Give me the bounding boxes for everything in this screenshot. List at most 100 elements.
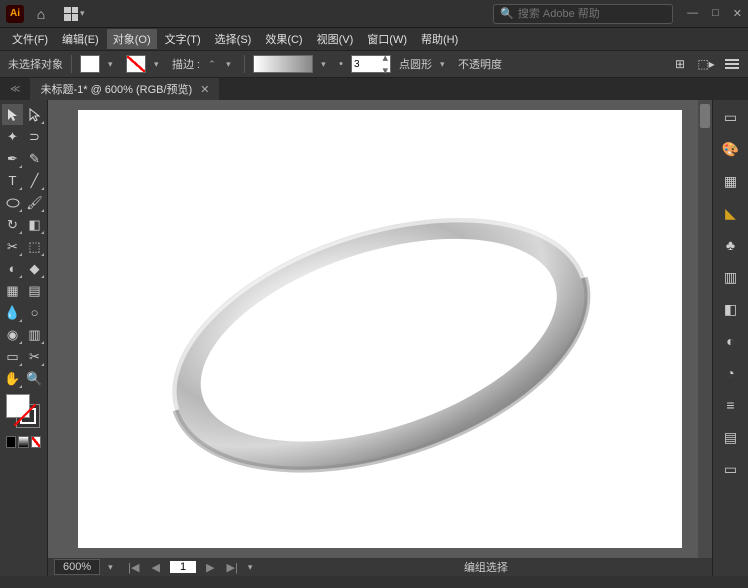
chevron-down-icon: ▾ xyxy=(80,8,90,19)
right-panel-dock: ▭ 🎨 ▦ ◣ ♣ ▥ ◧ ◐ ◔ ≡ ▤ ▭ xyxy=(712,100,748,576)
menu-edit[interactable]: 编辑(E) xyxy=(56,29,105,49)
properties-panel-icon[interactable]: ▭ xyxy=(720,106,742,128)
perspective-grid-tool[interactable]: ◆ xyxy=(24,258,45,279)
artboard-number[interactable]: 1 xyxy=(170,561,196,573)
align-icon[interactable]: ⊞ xyxy=(672,56,688,72)
arrange-documents-button[interactable]: ▾ xyxy=(58,5,96,23)
stroke-width-input[interactable]: 3 ▴▾ xyxy=(351,55,391,73)
last-artboard-button[interactable]: ▶| xyxy=(225,561,240,574)
chevron-down-icon[interactable]: ▾ xyxy=(154,59,164,70)
document-tab-title: 未标题-1* @ 600% (RGB/预览) xyxy=(40,81,192,97)
chevron-down-icon[interactable]: ▾ xyxy=(248,562,258,573)
chevron-down-icon[interactable]: ▾ xyxy=(440,59,450,70)
libraries-panel-icon[interactable]: ▭ xyxy=(720,458,742,480)
minimize-button[interactable]: — xyxy=(687,7,698,20)
scissors-tool[interactable]: ✂ xyxy=(2,236,23,257)
line-tool[interactable]: ╱ xyxy=(24,170,45,191)
prev-artboard-button[interactable]: ◀ xyxy=(149,561,161,574)
symbols-panel-icon[interactable]: ♣ xyxy=(720,234,742,256)
appearance-panel-icon[interactable]: ◔ xyxy=(720,362,742,384)
slice-tool[interactable]: ✂ xyxy=(24,346,45,367)
document-tab[interactable]: 未标题-1* @ 600% (RGB/预览) ✕ xyxy=(30,78,219,100)
symbol-sprayer-tool[interactable]: ◉ xyxy=(2,324,23,345)
menu-object[interactable]: 对象(O) xyxy=(107,29,157,49)
color-mode-btn[interactable] xyxy=(6,436,16,448)
menu-type[interactable]: 文字(T) xyxy=(159,29,207,49)
grid-icon xyxy=(64,7,78,21)
profile-label: 点圆形 xyxy=(399,56,432,72)
canvas-viewport[interactable] xyxy=(48,100,712,558)
maximize-button[interactable]: □ xyxy=(712,7,719,20)
status-bar: 600% ▾ |◀ ◀ 1 ▶ ▶| ▾ 编组选择 xyxy=(48,558,712,576)
ring-artwork[interactable] xyxy=(140,159,620,499)
canvas-area: 600% ▾ |◀ ◀ 1 ▶ ▶| ▾ 编组选择 xyxy=(48,100,712,576)
type-tool[interactable]: T xyxy=(2,170,23,191)
free-transform-tool[interactable]: ⬚ xyxy=(24,236,45,257)
brushes-panel-icon[interactable]: ◣ xyxy=(720,202,742,224)
rotate-tool[interactable]: ↻ xyxy=(2,214,23,235)
menu-effect[interactable]: 效果(C) xyxy=(259,29,308,49)
menu-view[interactable]: 视图(V) xyxy=(311,29,360,49)
color-panel-icon[interactable]: 🎨 xyxy=(720,138,742,160)
transform-icon[interactable]: ⬚▸ xyxy=(698,56,714,72)
none-mode-btn[interactable] xyxy=(31,436,41,448)
scrollbar-thumb[interactable] xyxy=(700,104,710,128)
eraser-tool[interactable]: ◧ xyxy=(24,214,45,235)
close-button[interactable]: ✕ xyxy=(733,7,742,20)
selection-tool[interactable] xyxy=(2,104,23,125)
menu-window[interactable]: 窗口(W) xyxy=(361,29,413,49)
eyedropper-tool[interactable]: 💧 xyxy=(2,302,23,323)
opacity-label[interactable]: 不透明度 xyxy=(458,56,502,72)
toolbox: ✦ ⊃ ✒ ✎ T ╱ 🖌 ↻ ◧ ✂ ⬚ ◐ ◆ ▦ ▤ xyxy=(0,100,48,576)
graphic-styles-panel-icon[interactable]: ≡ xyxy=(720,394,742,416)
column-graph-tool[interactable]: ▥ xyxy=(24,324,45,345)
menu-select[interactable]: 选择(S) xyxy=(209,29,258,49)
ellipse-tool[interactable] xyxy=(2,192,23,213)
zoom-level[interactable]: 600% xyxy=(54,559,100,575)
title-bar: Ai ⌂ ▾ 🔍 — □ ✕ xyxy=(0,0,748,28)
curvature-tool[interactable]: ✎ xyxy=(24,148,45,169)
app-icon: Ai xyxy=(6,5,24,23)
swatches-panel-icon[interactable]: ▦ xyxy=(720,170,742,192)
artboard[interactable] xyxy=(78,110,682,548)
chevron-down-icon[interactable]: ▾ xyxy=(108,562,118,573)
chevron-down-icon[interactable]: ▾ xyxy=(321,59,331,70)
gradient-mode-btn[interactable] xyxy=(18,436,28,448)
gradient-tool[interactable]: ▤ xyxy=(24,280,45,301)
preferences-icon[interactable] xyxy=(724,56,740,72)
chevron-down-icon[interactable]: ▾ xyxy=(226,59,236,70)
stroke-swatch[interactable] xyxy=(126,55,146,73)
selection-mode-label: 编组选择 xyxy=(464,559,508,575)
pen-tool[interactable]: ✒ xyxy=(2,148,23,169)
fill-stroke-swatches[interactable] xyxy=(2,394,45,434)
direct-selection-tool[interactable] xyxy=(24,104,45,125)
tab-scroll-icon[interactable]: ≪ xyxy=(10,84,20,95)
transparency-panel-icon[interactable]: ◐ xyxy=(720,330,742,352)
mesh-tool[interactable]: ▦ xyxy=(2,280,23,301)
brush-definition[interactable] xyxy=(253,55,313,73)
home-icon[interactable]: ⌂ xyxy=(32,5,50,23)
artboard-tool[interactable]: ▭ xyxy=(2,346,23,367)
chevron-down-icon[interactable]: ▾ xyxy=(108,59,118,70)
magic-wand-tool[interactable]: ✦ xyxy=(2,126,23,147)
menu-file[interactable]: 文件(F) xyxy=(6,29,54,49)
next-artboard-button[interactable]: ▶ xyxy=(204,561,216,574)
stroke-panel-icon[interactable]: ▥ xyxy=(720,266,742,288)
layers-panel-icon[interactable]: ◧ xyxy=(720,298,742,320)
search-input[interactable] xyxy=(518,8,666,20)
blend-tool[interactable]: ○ xyxy=(24,302,45,323)
menu-help[interactable]: 帮助(H) xyxy=(415,29,464,49)
fill-swatch[interactable] xyxy=(80,55,100,73)
shape-builder-tool[interactable]: ◐ xyxy=(2,258,23,279)
first-artboard-button[interactable]: |◀ xyxy=(126,561,141,574)
lasso-tool[interactable]: ⊃ xyxy=(24,126,45,147)
menu-bar: 文件(F) 编辑(E) 对象(O) 文字(T) 选择(S) 效果(C) 视图(V… xyxy=(0,28,748,50)
zoom-tool[interactable]: 🔍 xyxy=(24,368,45,389)
hand-tool[interactable]: ✋ xyxy=(2,368,23,389)
asset-export-panel-icon[interactable]: ▤ xyxy=(720,426,742,448)
close-tab-button[interactable]: ✕ xyxy=(200,83,209,96)
search-box[interactable]: 🔍 xyxy=(493,4,673,24)
stroke-weight-down[interactable]: ⌃ xyxy=(208,59,218,70)
paintbrush-tool[interactable]: 🖌 xyxy=(24,192,45,213)
vertical-scrollbar[interactable] xyxy=(698,100,712,558)
